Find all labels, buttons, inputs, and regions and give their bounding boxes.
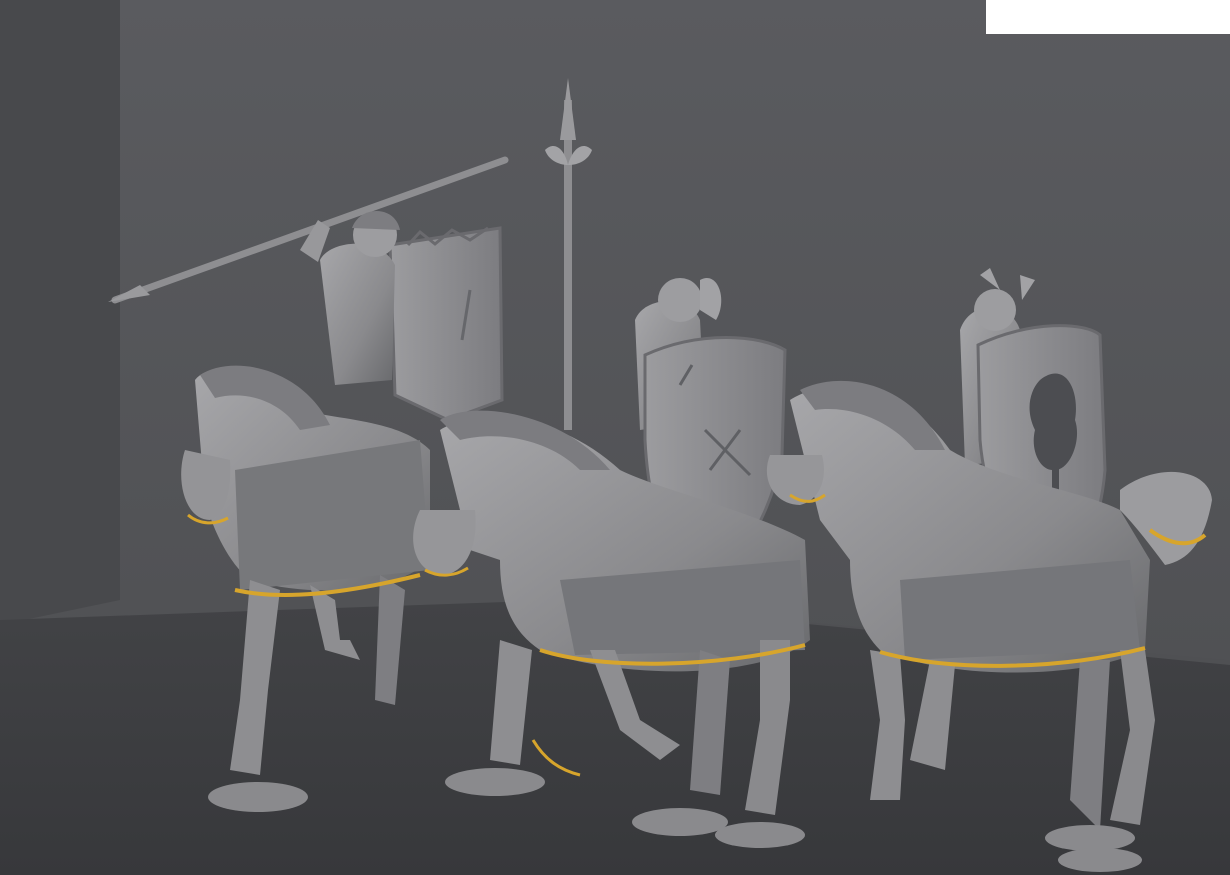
side-wall [0,0,120,625]
3d-viewport[interactable] [0,0,1230,875]
corner-white-panel [986,0,1230,34]
